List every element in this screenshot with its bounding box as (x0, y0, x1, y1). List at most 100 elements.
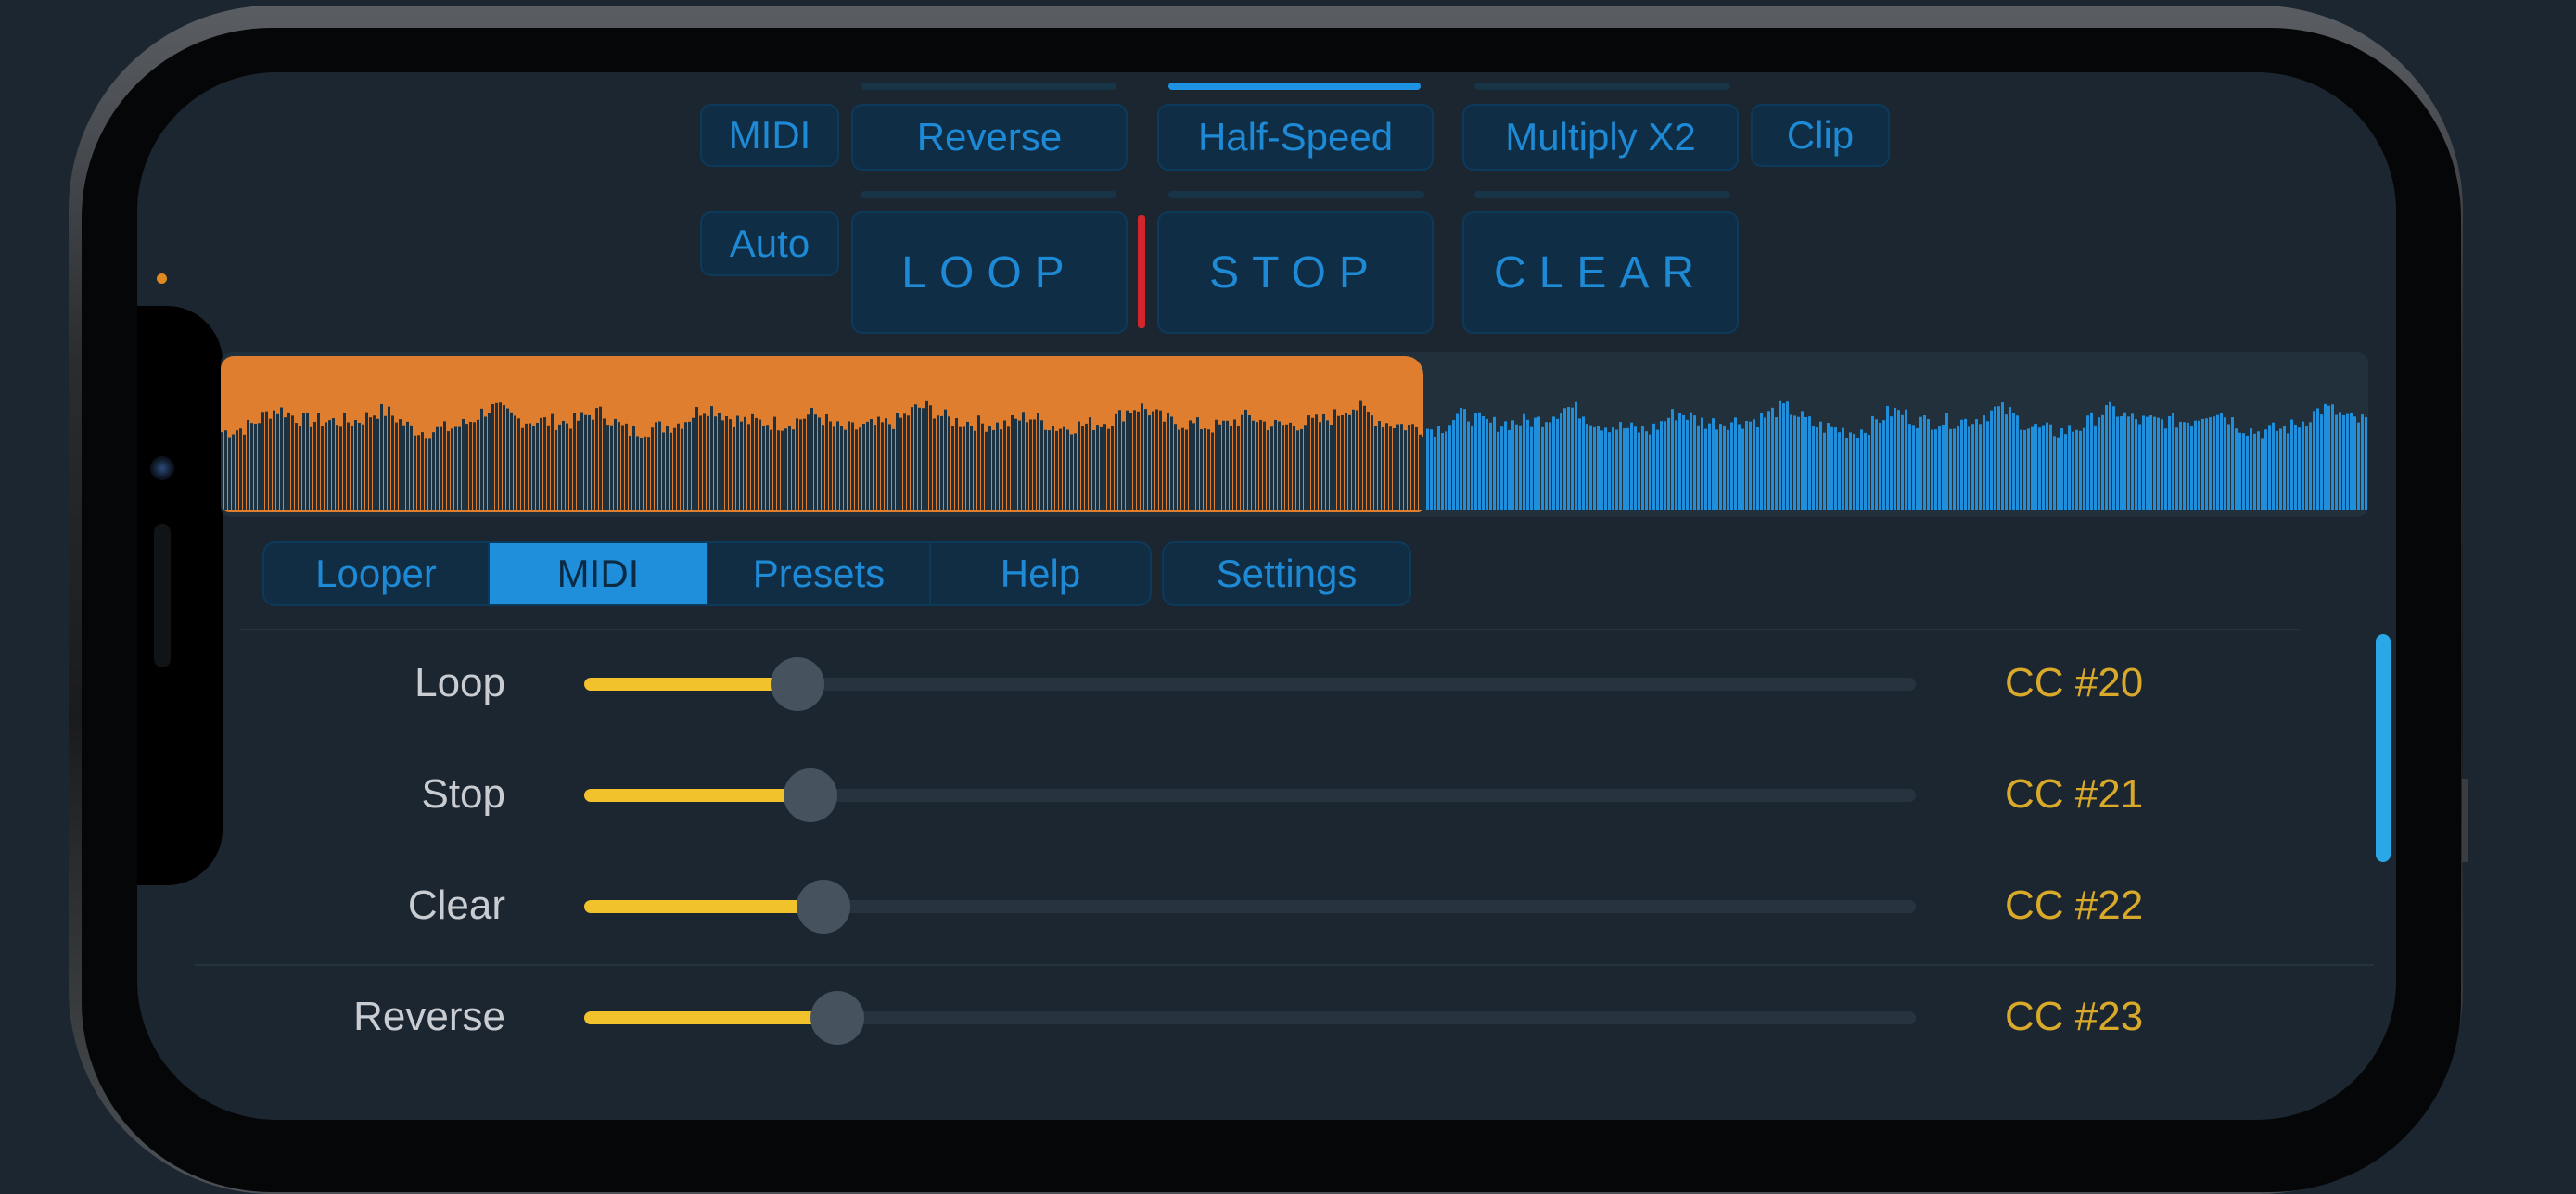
waveform-bar (506, 408, 509, 510)
cc-number[interactable]: CC #20 (2005, 660, 2143, 706)
cc-number[interactable]: CC #21 (2005, 771, 2143, 818)
waveform-bar (1044, 429, 1047, 510)
waveform-bar (2272, 422, 2275, 510)
waveform-bar (2068, 425, 2071, 510)
slider-knob[interactable] (771, 657, 824, 711)
waveform-bar (1337, 415, 1340, 510)
waveform-bar (1400, 424, 1403, 510)
waveform-bar (417, 435, 420, 510)
waveform-bar (2060, 428, 2063, 510)
waveform-bar (1942, 424, 1945, 510)
waveform-bar (1708, 423, 1711, 510)
stop-button[interactable]: STOP (1157, 211, 1434, 334)
waveform-bar (1764, 417, 1766, 510)
waveform-bar (2294, 424, 2297, 510)
waveform-bar (425, 438, 427, 510)
waveform-bar (948, 416, 950, 510)
waveform-bar (250, 423, 253, 510)
midi-button[interactable]: MIDI (700, 104, 839, 167)
waveform-bar (551, 413, 554, 510)
waveform-bar (770, 429, 772, 510)
multiply-button[interactable]: Multiply X2 (1462, 104, 1739, 171)
waveform-bar (759, 419, 761, 510)
waveform-bar (977, 415, 980, 510)
waveform-bar (1200, 429, 1203, 510)
multiply-indicator (1474, 83, 1730, 90)
waveform-bar (1352, 409, 1355, 510)
waveform-bar (629, 435, 631, 510)
waveform-bar (1886, 405, 1889, 510)
waveform-bar (1875, 419, 1878, 510)
waveform-bar (1760, 413, 1763, 510)
waveform-bar (848, 421, 850, 510)
loop-button[interactable]: LOOP (851, 211, 1128, 334)
mapping-label: Clear (407, 883, 505, 928)
waveform-bar (1326, 420, 1329, 510)
waveform-bar (462, 418, 465, 510)
waveform-bar (347, 422, 350, 510)
clear-button[interactable]: CLEAR (1462, 211, 1739, 334)
waveform-bar (469, 421, 472, 510)
reverse-button[interactable]: Reverse (851, 104, 1128, 171)
waveform-bar (1467, 421, 1470, 510)
tab-looper[interactable]: Looper (262, 541, 490, 606)
waveform-bar (588, 414, 591, 510)
waveform-bar (2012, 413, 2015, 510)
waveform-bar (1908, 424, 1911, 510)
waveform-bar (892, 428, 895, 510)
waveform-bar (399, 419, 402, 510)
waveform-bar (1396, 424, 1399, 510)
clip-button[interactable]: Clip (1751, 104, 1890, 167)
waveform-bar (2020, 429, 2022, 510)
waveform-bar (836, 421, 839, 510)
waveform-bar (1712, 418, 1715, 510)
waveform-bar (2135, 419, 2137, 510)
waveform-bar (432, 432, 435, 510)
waveform-bar (1003, 420, 1006, 510)
side-button (2462, 779, 2468, 862)
waveform-bar (751, 413, 754, 510)
waveform-bar (814, 414, 817, 510)
auto-button[interactable]: Auto (700, 211, 839, 276)
waveform-bar (1656, 429, 1659, 510)
waveform-bar (295, 423, 298, 510)
cc-number[interactable]: CC #22 (2005, 883, 2143, 929)
waveform-bar (1122, 421, 1125, 510)
waveform-bar (1419, 434, 1422, 510)
waveform-bar (1660, 421, 1663, 510)
waveform-bar (2023, 429, 2026, 510)
waveform-bar (1779, 400, 1781, 510)
waveform-bar (543, 417, 546, 510)
waveform-bar (621, 425, 624, 510)
waveform-bar (1949, 428, 1952, 510)
camera-icon (150, 456, 174, 480)
cc-number[interactable]: CC #23 (2005, 994, 2143, 1040)
tab-settings[interactable]: Settings (1162, 541, 1411, 606)
waveform-bar (1055, 430, 1058, 510)
waveform-bar (351, 426, 353, 510)
waveform-bar (1274, 419, 1277, 510)
waveform-bar (358, 422, 361, 510)
waveform-bar (555, 429, 557, 510)
waveform-bar (291, 415, 294, 510)
tab-help[interactable]: Help (929, 541, 1152, 606)
scrollbar[interactable] (2376, 634, 2391, 862)
waveform-bar (1092, 429, 1095, 510)
waveform-bar (2105, 405, 2108, 510)
slider-fill (584, 678, 797, 691)
waveform-bar (1830, 426, 1833, 510)
slider-knob[interactable] (797, 880, 850, 934)
tab-presets[interactable]: Presets (707, 541, 931, 606)
half-speed-button[interactable]: Half-Speed (1157, 104, 1434, 171)
slider-knob[interactable] (784, 768, 837, 822)
waveform-bar (1556, 418, 1559, 510)
slider-knob[interactable] (810, 991, 864, 1045)
waveform-bar (1293, 426, 1295, 510)
waveform-bar (447, 431, 450, 510)
waveform-bar (1244, 409, 1247, 510)
waveform-bar (1011, 414, 1014, 510)
waveform-display[interactable] (221, 352, 2368, 517)
waveform-bar (1868, 435, 1870, 510)
waveform-bar (2153, 416, 2156, 510)
tab-midi[interactable]: MIDI (488, 541, 708, 606)
